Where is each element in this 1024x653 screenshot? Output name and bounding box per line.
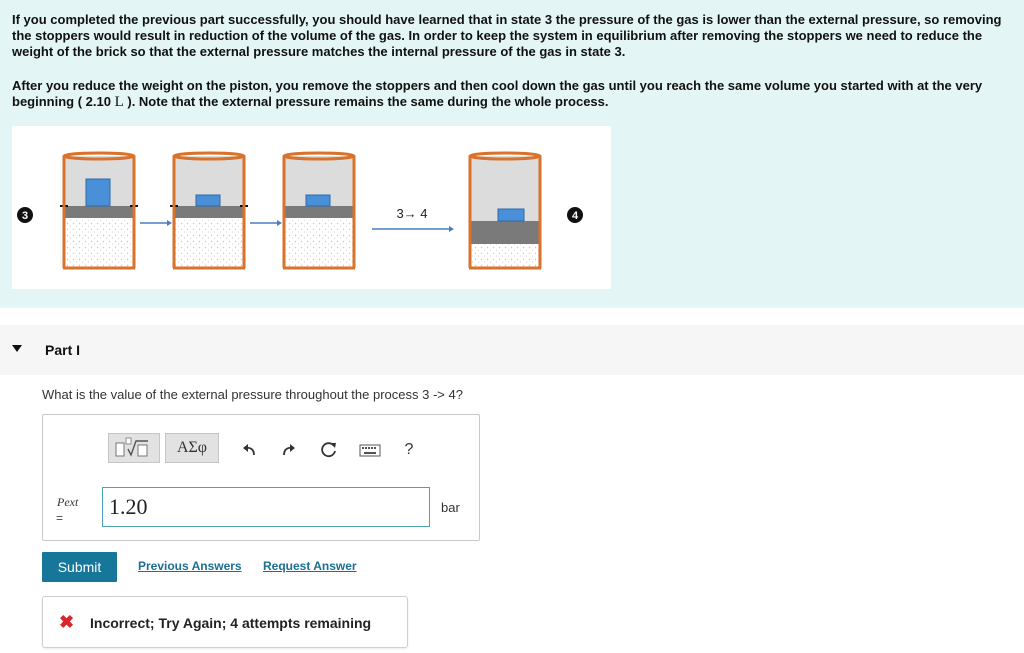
undo-button[interactable] [238,439,260,461]
templates-icon [115,437,148,457]
state-3-badge: 3 [17,207,33,223]
answer-input[interactable]: 1.20 [102,487,430,527]
reset-button[interactable] [318,439,340,461]
process-figure: 3 3→ 4 4 [12,126,611,289]
math-toolbar: ΑΣφ ? [108,425,418,463]
equals-sign: = [56,511,64,525]
part-header[interactable]: Part I [0,325,1024,375]
keyboard-icon [359,444,381,457]
greek-symbols-button[interactable]: ΑΣφ [165,433,219,463]
reset-icon [321,442,336,458]
cylinder-2 [170,151,248,270]
redo-icon [283,444,295,456]
cylinder-diagram: 3 3→ 4 4 [17,151,583,270]
variable-label: Pext [57,495,79,509]
intro-paragraph-2-end: ). Note that the external pressure remai… [123,94,609,109]
help-button[interactable]: ? [398,439,420,461]
state-4-label: 4 [572,210,579,222]
intro-paragraph-2: After you reduce the weight on the pisto… [12,78,1017,110]
keyboard-button[interactable] [358,439,382,461]
problem-intro: If you completed the previous part succe… [0,0,1024,308]
state-3-label: 3 [22,210,28,222]
redo-button[interactable] [278,439,300,461]
cylinder-1 [60,151,138,270]
question-text: What is the value of the external pressu… [42,387,463,402]
feedback-box: ✖ Incorrect; Try Again; 4 attempts remai… [42,596,408,648]
feedback-text: Incorrect; Try Again; 4 attempts remaini… [90,615,372,631]
cylinder-4 [468,151,542,270]
undo-icon [243,444,255,456]
x-icon: ✖ [59,612,75,632]
volume-unit: L [114,94,124,110]
part-title: Part I [45,342,81,358]
collapse-triangle-icon[interactable] [12,345,22,352]
previous-answers-link[interactable]: Previous Answers [138,559,242,573]
transition-label: 3→ 4 [396,206,427,221]
cylinder-3 [282,151,356,270]
intro-paragraph-1: If you completed the previous part succe… [12,12,1002,59]
answer-box: ΑΣφ ? Pext = 1.20 bar [42,414,480,541]
request-answer-link[interactable]: Request Answer [263,559,357,573]
templates-button[interactable] [108,433,160,463]
state-4-badge: 4 [567,207,583,223]
unit-label: bar [441,500,460,515]
submit-button[interactable]: Submit [42,552,117,582]
